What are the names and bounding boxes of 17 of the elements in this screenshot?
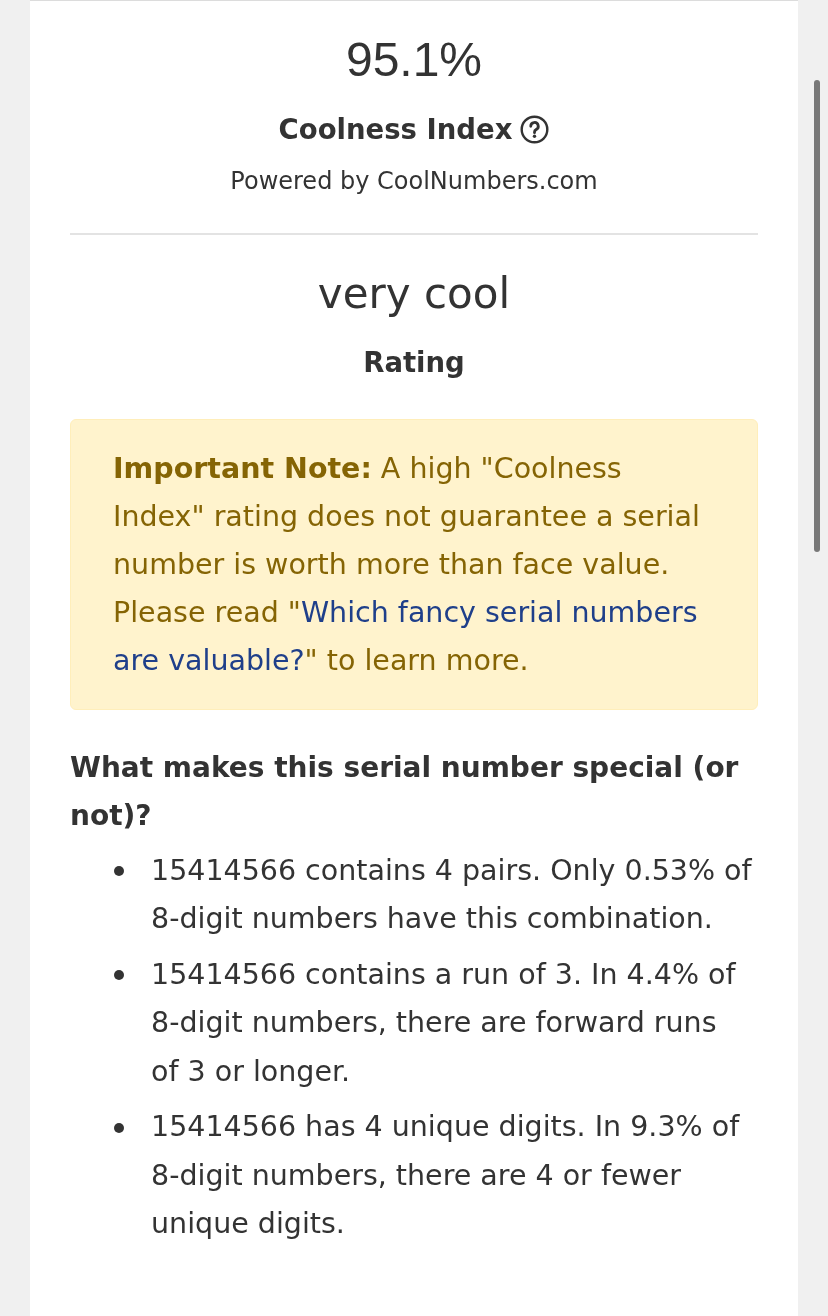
source-credit: Powered by CoolNumbers.com — [229, 166, 599, 196]
scrollbar-thumb[interactable] — [814, 80, 820, 552]
article-link[interactable]: Which fancy serial numbers — [300, 595, 698, 629]
bullet-icon — [114, 866, 124, 877]
score-value: 95.1% — [344, 32, 484, 88]
bullet-icon — [114, 970, 124, 981]
rating-value: very cool — [316, 269, 512, 320]
list-item-text: 15414566 contains 4 pairs. Only 0.53% of 8-digit numbers have this combination. — [151, 852, 753, 938]
bullet-icon — [114, 1122, 124, 1133]
article-link[interactable]: are valuable? — [113, 643, 305, 677]
list-item-text: 15414566 contains a run of 3. In 4.4% of 8-digit numbers, there are forward runs of 3 or longer. — [151, 956, 737, 1090]
rating-label: Rating — [362, 345, 466, 379]
list-item-text: 15414566 has 4 unique digits. In 9.3% of 8-digit numbers, there are 4 or fewer unique digits. — [151, 1109, 741, 1243]
section-heading: What makes this serial number special (or not)? — [70, 749, 740, 834]
score-label: Coolness Index — [278, 112, 513, 146]
note-text: Important Note: A high "Coolness Index" rating does not guarantee a serial number is worth more than face value. Please read "Which fancy serial numbers are valuable?" to learn more. — [113, 450, 701, 679]
help-icon[interactable] — [520, 114, 550, 144]
